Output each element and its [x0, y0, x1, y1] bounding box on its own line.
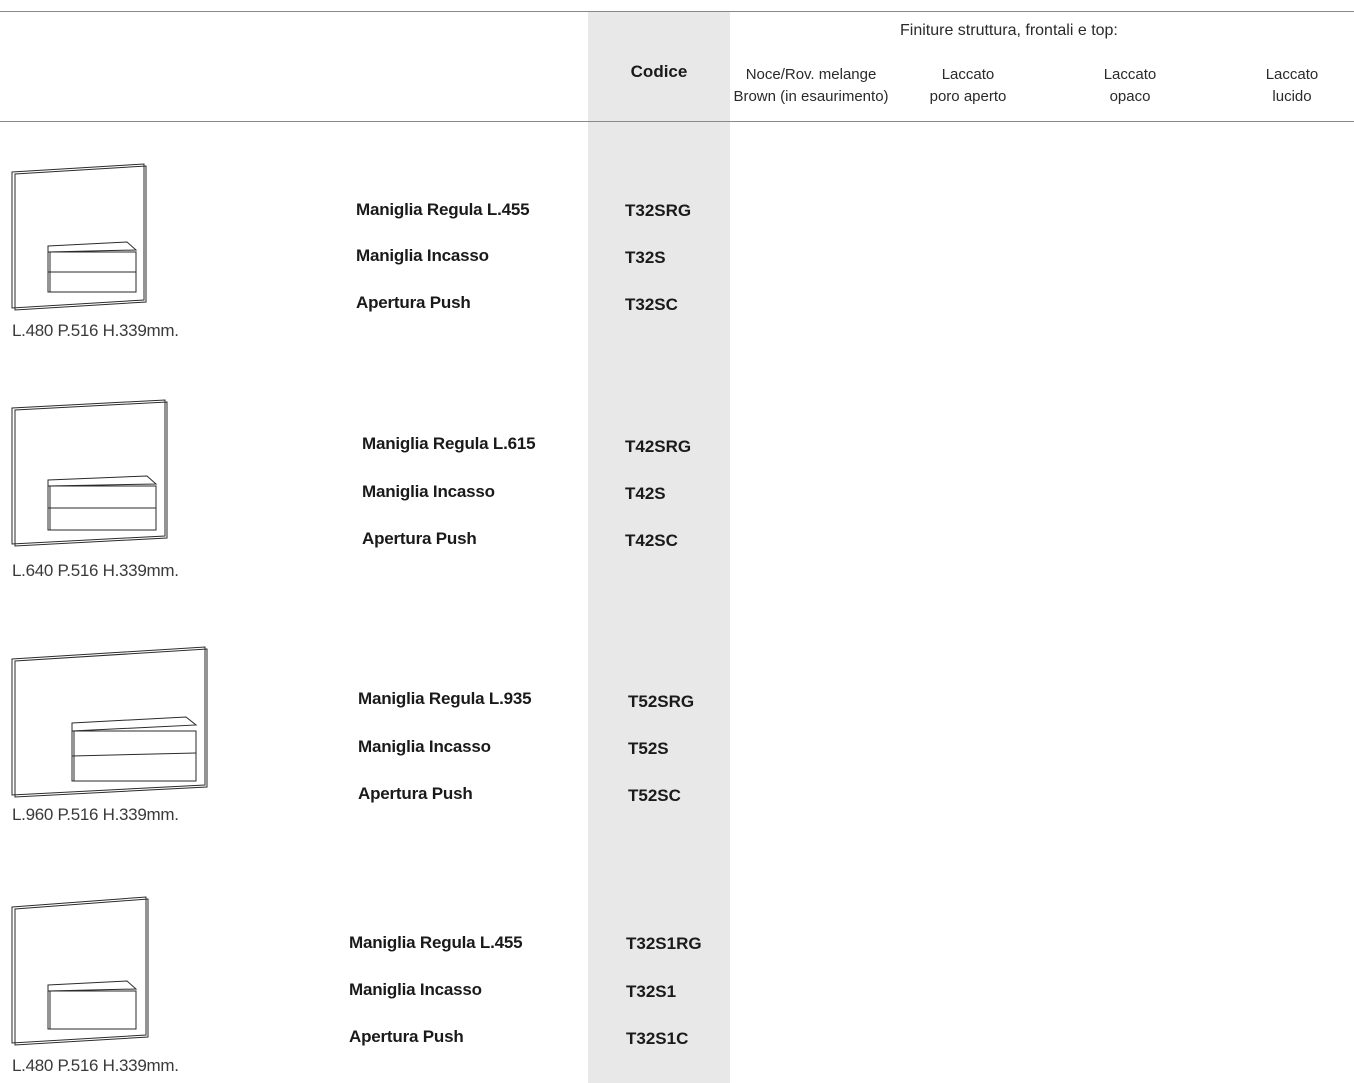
product-code: T52S [628, 739, 669, 758]
variant-label: Apertura Push [358, 784, 473, 803]
nightstand-top [47, 241, 138, 253]
nightstand-top [47, 475, 158, 487]
codice-header: Codice [630, 62, 688, 81]
column-header-line1: Noce/Rov. melange [745, 66, 877, 83]
wall-panel-edge [14, 898, 149, 1046]
variant-label: Maniglia Incasso [356, 246, 489, 265]
variant-label: Apertura Push [349, 1027, 464, 1046]
variant-label: Maniglia Incasso [358, 737, 491, 756]
column-header-line2: Brown (in esaurimento) [733, 88, 889, 105]
variant-label: Maniglia Incasso [362, 482, 495, 501]
top-rule [0, 11, 1354, 12]
variant-label: Maniglia Regula L.935 [358, 689, 532, 708]
column-header-line1: Laccato [1265, 66, 1319, 83]
product-code: T42SC [625, 531, 678, 550]
variant-label: Maniglia Incasso [349, 980, 482, 999]
product-dimensions: L.480 P.516 H.339mm. [12, 321, 179, 340]
nightstand-top [71, 716, 198, 732]
wall-panel-shape [11, 896, 147, 1044]
variant-label: Maniglia Regula L.455 [356, 200, 530, 219]
product-dimensions: L.480 P.516 H.339mm. [12, 1056, 179, 1075]
variant-label: Apertura Push [356, 293, 471, 312]
column-header-lucido: Laccato lucido [1240, 64, 1344, 108]
wall-panel-edge [14, 401, 168, 547]
product-code: T42SRG [625, 437, 692, 456]
nightstand-body [47, 990, 137, 1030]
product-drawing-t42s [11, 399, 168, 547]
wall-panel-edge [14, 648, 208, 798]
wall-panel-shape [11, 163, 145, 309]
column-header-line1: Laccato [1103, 66, 1157, 83]
product-code: T32S [625, 248, 666, 267]
column-header-poro-aperto: Laccato poro aperto [898, 64, 1038, 108]
header-rule [0, 121, 1354, 122]
product-drawing-t32s1 [11, 896, 149, 1046]
column-header-noce: Noce/Rov. melange Brown (in esaurimento) [730, 64, 892, 108]
column-header-line2: opaco [1109, 88, 1151, 105]
product-code: T52SRG [628, 692, 695, 711]
wall-panel-shape [11, 399, 166, 545]
product-code: T32S1RG [626, 934, 702, 953]
column-header-line1: Laccato [941, 66, 995, 83]
variant-label: Maniglia Regula L.615 [362, 434, 536, 453]
product-code: T42S [625, 484, 666, 503]
product-code: T52SC [628, 786, 681, 805]
nightstand-top [47, 980, 138, 992]
drawer-divider [71, 752, 197, 757]
product-code: T32S1 [626, 982, 677, 1001]
product-code: T32SRG [625, 201, 692, 220]
column-header-line2: poro aperto [929, 88, 1007, 105]
product-drawing-t52s [11, 646, 208, 798]
finiture-header: Finiture struttura, frontali e top: [900, 22, 1118, 39]
product-dimensions: L.640 P.516 H.339mm. [12, 561, 179, 580]
product-dimensions: L.960 P.516 H.339mm. [12, 805, 179, 824]
wall-panel-edge [14, 165, 147, 311]
variant-label: Apertura Push [362, 529, 477, 548]
column-header-line2: lucido [1272, 88, 1312, 105]
column-header-opaco: Laccato opaco [1060, 64, 1200, 108]
product-drawing-t32s [11, 163, 147, 311]
variant-label: Maniglia Regula L.455 [349, 933, 523, 952]
product-code: T32SC [625, 295, 678, 314]
product-code: T32S1C [626, 1029, 689, 1048]
